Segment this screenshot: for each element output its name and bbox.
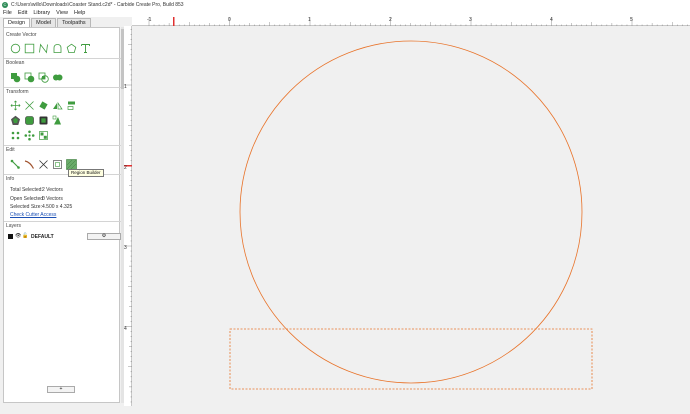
menu-bar: File Edit Library View Help <box>0 9 690 17</box>
app-window: C C:\Users\willo\Downloads\Coaster Stand… <box>0 0 690 414</box>
section-title: Boolean <box>6 60 25 66</box>
section-title: Edit <box>6 147 15 153</box>
layer-name[interactable]: DEFAULT <box>31 234 54 240</box>
mode-tabs: Design Model Toolpaths <box>3 18 92 27</box>
rectangle-vector-selected[interactable] <box>229 328 593 390</box>
subtract-icon[interactable] <box>24 72 35 83</box>
boolean-section: Boolean <box>4 58 121 86</box>
ruler-label: 1 <box>124 84 127 90</box>
region-builder-icon[interactable] <box>52 159 63 170</box>
section-title: Create Vector <box>6 32 37 38</box>
array-icon[interactable] <box>52 115 63 126</box>
ruler-label: 4 <box>550 17 553 23</box>
circle-icon[interactable] <box>10 43 21 54</box>
section-title: Info <box>6 176 15 182</box>
app-logo-icon: C <box>2 1 8 8</box>
move-icon[interactable] <box>10 100 21 111</box>
circle-vector[interactable] <box>239 40 583 384</box>
menu-library[interactable]: Library <box>33 10 50 16</box>
ruler-label: -1 <box>147 17 152 23</box>
curve-icon[interactable] <box>52 43 63 54</box>
menu-edit[interactable]: Edit <box>18 10 27 16</box>
menu-file[interactable]: File <box>3 10 12 16</box>
eye-icon[interactable]: 👁 <box>15 234 21 239</box>
region-builder-tooltip: Region Builder <box>68 169 104 177</box>
fillet-icon[interactable] <box>24 115 35 126</box>
cursor-marker <box>173 17 175 26</box>
design-canvas[interactable] <box>133 27 690 414</box>
tab-toolpaths[interactable]: Toolpaths <box>57 18 91 27</box>
ruler-label: 5 <box>630 17 633 23</box>
intersect-icon[interactable] <box>38 72 49 83</box>
ruler-label: 0 <box>228 17 231 23</box>
polyline-icon[interactable] <box>38 43 49 54</box>
ruler-label: 3 <box>469 17 472 23</box>
section-title: Layers <box>6 223 22 229</box>
title-bar: C C:\Users\willo\Downloads\Coaster Stand… <box>0 0 690 9</box>
open-selected-value: 0 Vectors <box>42 196 63 202</box>
total-selected-label: Total Selected: <box>10 187 43 193</box>
check-cutter-access-link[interactable]: Check Cutter Access <box>10 212 56 218</box>
offset-icon[interactable] <box>10 115 21 126</box>
weld-icon[interactable] <box>52 72 63 83</box>
union-icon[interactable] <box>10 72 21 83</box>
horizontal-ruler: -1 0 1 2 3 4 5 <box>132 17 690 26</box>
section-title: Transform <box>6 89 29 95</box>
polygon-icon[interactable] <box>66 43 77 54</box>
horizontal-ruler-ticks <box>148 17 688 26</box>
layers-section: Layers 👁 🔓 DEFAULT ⚙ <box>4 221 121 401</box>
vertical-ruler: 1 2 3 4 <box>124 26 132 406</box>
total-selected-row: Total Selected: 2 Vectors <box>10 187 63 193</box>
nest-icon[interactable] <box>38 130 49 141</box>
menu-help[interactable]: Help <box>74 10 85 16</box>
tab-model[interactable]: Model <box>31 18 57 27</box>
menu-view[interactable]: View <box>56 10 68 16</box>
cut-icon[interactable] <box>38 159 49 170</box>
text-icon[interactable] <box>80 43 91 54</box>
ruler-label: 4 <box>124 326 127 332</box>
add-layer-button[interactable]: + <box>47 386 75 393</box>
ruler-label: 2 <box>389 17 392 23</box>
window-title: C:\Users\willo\Downloads\Coaster Stand.c… <box>11 1 184 8</box>
selected-size-row: Selected Size: 4.500 x 4.325 <box>10 204 72 210</box>
canvas-drawing[interactable] <box>133 27 690 414</box>
layer-settings-button[interactable]: ⚙ <box>87 233 121 240</box>
grid-array-icon[interactable] <box>10 130 21 141</box>
vertical-ruler-ticks <box>124 29 132 403</box>
open-selected-row: Open Selected: 0 Vectors <box>10 196 63 202</box>
open-selected-label: Open Selected: <box>10 196 45 202</box>
rotate-icon[interactable] <box>38 100 49 111</box>
align-icon[interactable] <box>66 100 77 111</box>
trim-icon[interactable] <box>24 159 35 170</box>
selected-size-value: 4.500 x 4.325 <box>42 204 73 210</box>
inset-icon[interactable] <box>38 115 49 126</box>
rectangle-icon[interactable] <box>24 43 35 54</box>
layer-row[interactable]: 👁 🔓 DEFAULT ⚙ <box>8 233 121 240</box>
design-panel: Create Vector Boolean Transform Edit Inf… <box>3 27 121 403</box>
transform-section: Transform <box>4 87 121 144</box>
layer-color-swatch[interactable] <box>8 234 13 239</box>
scale-icon[interactable] <box>24 100 35 111</box>
info-section: Info Total Selected: 2 Vectors Open Sele… <box>4 174 121 220</box>
create-vector-section: Create Vector <box>4 31 121 57</box>
tab-design[interactable]: Design <box>3 18 31 27</box>
ruler-label: 1 <box>308 17 311 23</box>
ruler-label: 2 <box>124 165 127 171</box>
selected-size-label: Selected Size: <box>10 204 42 210</box>
node-edit-icon[interactable] <box>10 159 21 170</box>
circular-array-icon[interactable] <box>24 130 35 141</box>
mirror-icon[interactable] <box>52 100 63 111</box>
lock-icon[interactable]: 🔓 <box>22 234 28 239</box>
ruler-label: 3 <box>124 245 127 251</box>
total-selected-value: 2 Vectors <box>42 187 63 193</box>
